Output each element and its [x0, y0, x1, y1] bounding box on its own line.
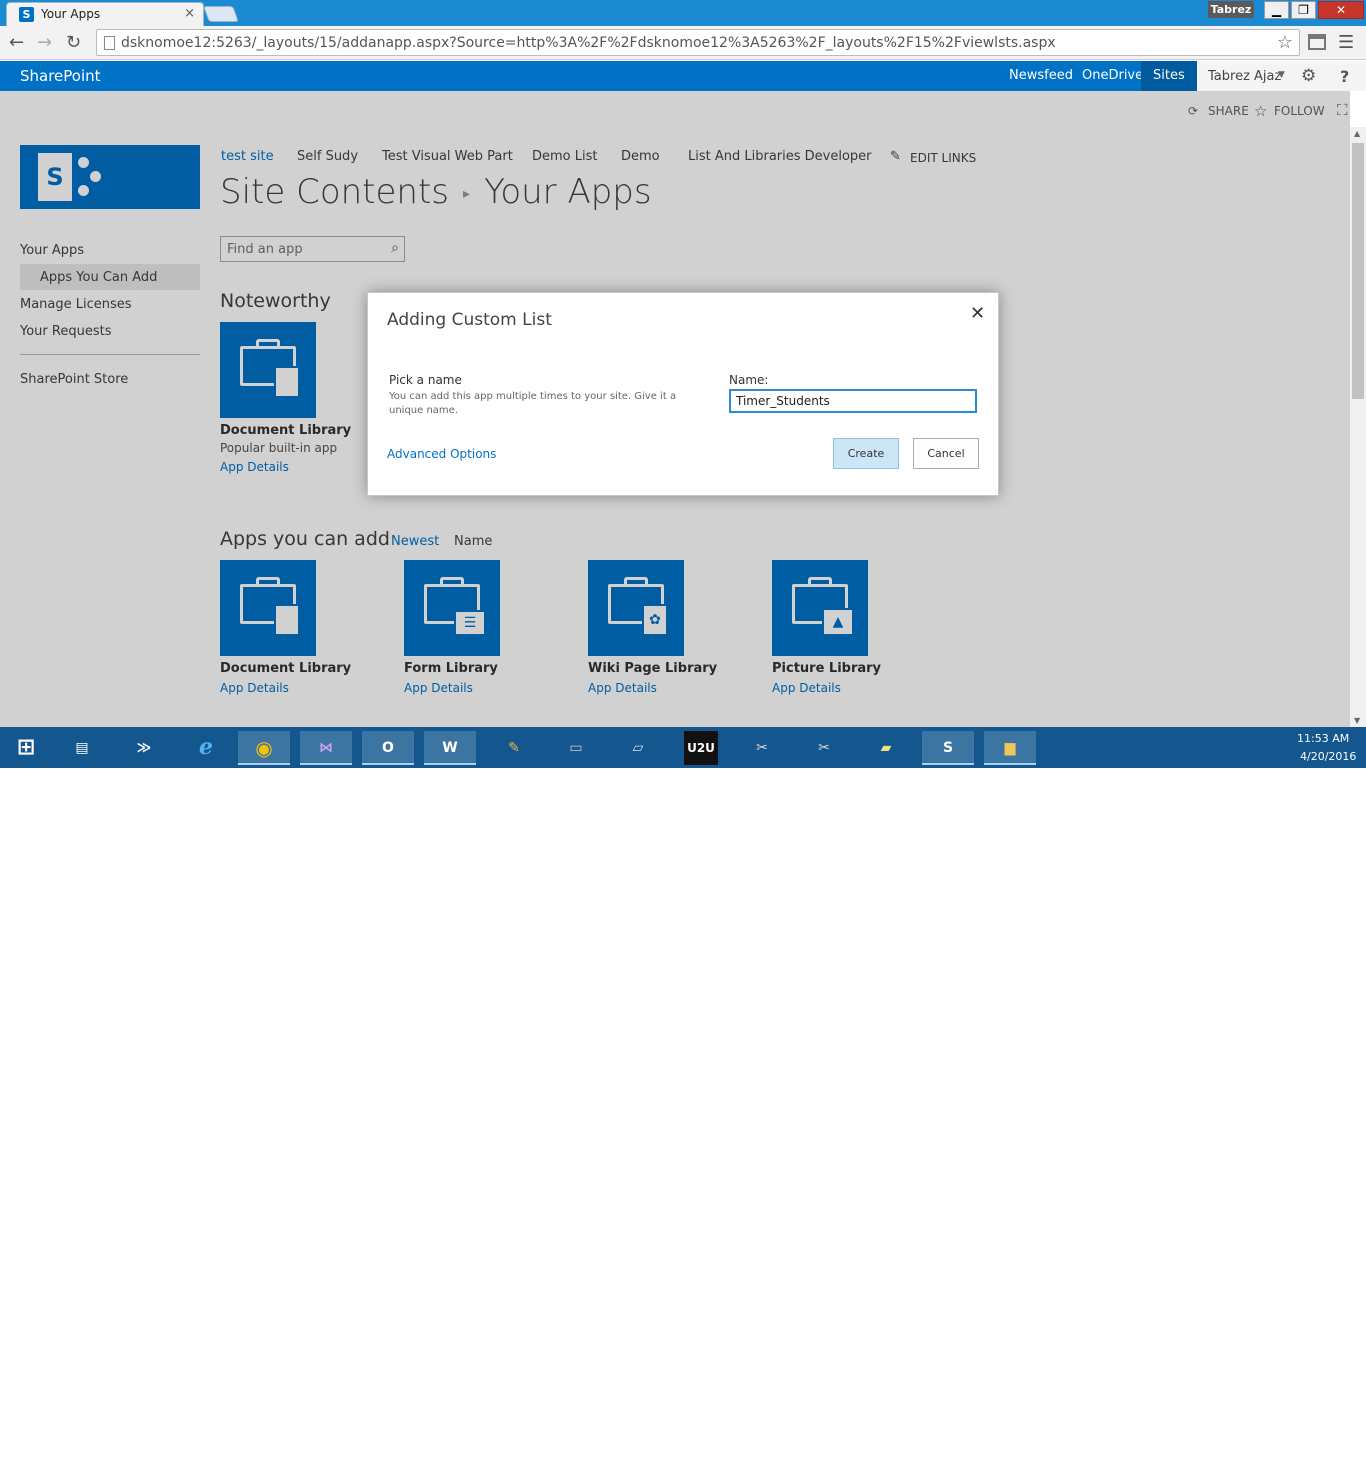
suite-user-area: Tabrez Ajaz ▼ ⚙ ? [1197, 61, 1366, 91]
close-icon[interactable]: ✕ [970, 303, 985, 324]
cancel-button[interactable]: Cancel [913, 438, 979, 469]
pick-name-description: You can add this app multiple times to y… [389, 391, 677, 416]
windows-taskbar: ⊞ ▤ ≫ ℯ ◉ ⋈ O W ✎ ▭ ▱ U2U ✂ ✂ ▰ S ▆ ▲ ⚑ … [0, 727, 1366, 1480]
scrollbar-thumb[interactable] [1352, 143, 1364, 399]
tools-icon[interactable]: ✂ [798, 731, 850, 765]
u2u-icon[interactable]: U2U [684, 731, 718, 765]
user-menu[interactable]: Tabrez Ajaz [1208, 69, 1281, 84]
browser-toolbar: ← → ↻ dsknomoe12:5263/_layouts/15/addana… [0, 26, 1366, 60]
visual-studio-icon[interactable]: ⋈ [300, 731, 352, 765]
suite-bar: SharePoint Newsfeed OneDrive Sites Tabre… [0, 61, 1366, 91]
page-icon [104, 36, 115, 50]
browser-title-bar: S Your Apps × Tabrez ▁ ❐ ✕ [0, 0, 1366, 26]
suite-sites-tab[interactable]: Sites [1141, 61, 1197, 91]
name-label: Name: [729, 373, 769, 387]
address-url[interactable]: dsknomoe12:5263/_layouts/15/addanapp.asp… [121, 35, 1056, 51]
windows-start-icon[interactable]: ⊞ [0, 731, 52, 765]
back-arrow-icon[interactable]: ← [9, 32, 24, 53]
hamburger-menu-icon[interactable]: ☰ [1338, 32, 1354, 53]
reload-icon[interactable]: ↻ [66, 32, 81, 53]
outlook-icon[interactable]: O [362, 731, 414, 765]
server-manager-icon[interactable]: ▤ [56, 731, 108, 765]
notepad-icon[interactable]: ▱ [612, 731, 664, 765]
snipping-tool-icon[interactable]: ✂ [736, 731, 788, 765]
chevron-down-icon: ▼ [1278, 70, 1285, 80]
browser-tab[interactable]: S Your Apps × [6, 2, 204, 26]
tray-expand-icon[interactable]: ▲ [1194, 1469, 1201, 1479]
gear-icon[interactable]: ⚙ [1301, 66, 1316, 86]
clock-time[interactable]: 11:53 AM [1297, 732, 1349, 745]
sharepoint-favicon-icon: S [19, 7, 34, 22]
powershell-icon[interactable]: ≫ [118, 731, 170, 765]
help-icon[interactable]: ? [1340, 67, 1349, 86]
chrome-icon[interactable]: ◉ [238, 731, 290, 765]
word-icon[interactable]: W [424, 731, 476, 765]
address-bar[interactable]: dsknomoe12:5263/_layouts/15/addanapp.asp… [96, 29, 1300, 56]
maximize-button[interactable]: ❐ [1291, 1, 1316, 19]
window-close-button[interactable]: ✕ [1318, 1, 1364, 19]
paint-icon[interactable]: ✎ [488, 731, 540, 765]
page-scrollbar[interactable]: ▲ ▼ [1350, 127, 1366, 727]
extension-icon[interactable] [1308, 34, 1326, 50]
file-explorer-icon[interactable]: ▆ [984, 731, 1036, 765]
advanced-options-link[interactable]: Advanced Options [387, 447, 496, 461]
new-tab-button[interactable] [203, 6, 239, 22]
sharepoint-brand[interactable]: SharePoint [20, 67, 101, 85]
suite-link-sites[interactable]: Sites [1153, 68, 1185, 83]
create-button[interactable]: Create [833, 438, 899, 469]
dialog-title: Adding Custom List [387, 310, 552, 330]
suite-link-newsfeed[interactable]: Newsfeed [1009, 68, 1073, 83]
flag-icon[interactable]: ⚑ [1214, 1465, 1226, 1480]
sticky-notes-icon[interactable]: ▰ [860, 731, 912, 765]
internet-explorer-icon[interactable]: ℯ [180, 731, 232, 765]
scroll-up-icon[interactable]: ▲ [1354, 129, 1360, 138]
forward-arrow-icon[interactable]: → [37, 32, 52, 53]
clock-date[interactable]: 4/20/2016 [1300, 750, 1356, 763]
bookmark-star-icon[interactable]: ☆ [1277, 32, 1293, 53]
minimize-button[interactable]: ▁ [1264, 1, 1289, 19]
network-icon[interactable]: ▦ [1240, 1465, 1252, 1480]
app-name-field[interactable] [729, 389, 977, 413]
skype-icon[interactable]: S [922, 731, 974, 765]
tab-title: Your Apps [41, 7, 101, 21]
suite-link-onedrive[interactable]: OneDrive [1082, 68, 1143, 83]
add-app-dialog: Adding Custom List ✕ Pick a name You can… [367, 292, 999, 496]
command-prompt-icon[interactable]: ▭ [550, 731, 602, 765]
pick-name-label: Pick a name [389, 373, 462, 387]
volume-icon[interactable]: ♪ [1264, 1465, 1272, 1480]
profile-chip[interactable]: Tabrez [1208, 1, 1254, 18]
scroll-down-icon[interactable]: ▼ [1354, 716, 1360, 725]
tab-close-icon[interactable]: × [184, 6, 195, 21]
